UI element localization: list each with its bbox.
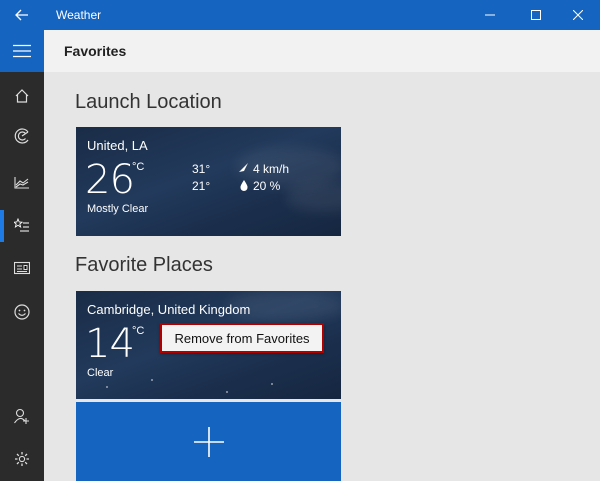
hamburger-icon: [13, 44, 31, 58]
window-title: Weather: [56, 8, 102, 22]
page-header: Favorites: [44, 30, 600, 72]
sidebar-item-feedback[interactable]: [0, 290, 44, 334]
close-button[interactable]: [556, 0, 600, 30]
remove-from-favorites-menu-item[interactable]: Remove from Favorites: [160, 323, 324, 353]
sidebar-item-forecast[interactable]: [0, 74, 44, 118]
plus-icon: [193, 426, 224, 457]
star-decoration: [271, 383, 273, 385]
back-button[interactable]: [0, 0, 44, 30]
add-favorite-button[interactable]: [76, 402, 341, 481]
wind-icon: [239, 163, 248, 172]
main-content: Launch Location United, LA 26 °C Mostly …: [44, 72, 600, 481]
back-arrow-icon: [15, 9, 28, 21]
close-icon: [573, 10, 583, 20]
temperature: 14: [85, 321, 135, 367]
star-decoration: [226, 391, 228, 393]
maximize-icon: [531, 10, 541, 20]
news-icon: [14, 261, 30, 275]
launch-location-heading: Launch Location: [75, 91, 222, 113]
low-temperature: 21°: [192, 179, 211, 193]
minimize-icon: [485, 14, 495, 16]
high-temperature: 31°: [192, 162, 211, 176]
temperature-unit: °C: [132, 325, 145, 337]
sidebar-item-maps[interactable]: [0, 114, 44, 158]
temperature: 26: [85, 157, 135, 203]
launch-location-card[interactable]: United, LA 26 °C Mostly Clear 31° 21° 4 …: [76, 127, 341, 236]
humidity: 20 %: [253, 179, 281, 193]
gear-icon: [15, 452, 29, 466]
wind-speed: 4 km/h: [253, 162, 290, 176]
home-icon: [15, 89, 29, 103]
add-user-icon: [14, 408, 29, 424]
star-list-icon: [14, 218, 29, 232]
sidebar-item-historical-weather[interactable]: [0, 160, 44, 204]
star-decoration: [151, 379, 153, 381]
condition: Mostly Clear: [87, 203, 149, 215]
chart-icon: [14, 177, 29, 189]
hamburger-menu-button[interactable]: [0, 30, 44, 72]
minimize-button[interactable]: [468, 0, 512, 30]
smiley-icon: [14, 304, 30, 320]
location-name: United, LA: [87, 138, 148, 153]
title-bar: Weather: [0, 0, 600, 30]
sidebar-item-account[interactable]: [0, 394, 44, 438]
location-name: Cambridge, United Kingdom: [87, 302, 251, 317]
sidebar-item-settings[interactable]: [0, 437, 44, 481]
page-title: Favorites: [64, 43, 127, 59]
sidebar-item-favorites[interactable]: [0, 204, 44, 248]
sidebar: [0, 30, 44, 481]
star-decoration: [106, 386, 108, 388]
humidity-icon: [240, 180, 248, 191]
temperature-unit: °C: [132, 161, 145, 173]
sidebar-item-news[interactable]: [0, 246, 44, 290]
context-menu-label: Remove from Favorites: [174, 330, 310, 346]
cloud-decoration: [286, 182, 341, 212]
maximize-button[interactable]: [514, 0, 558, 30]
radar-icon: [14, 128, 29, 144]
favorite-places-heading: Favorite Places: [75, 254, 213, 276]
condition: Clear: [87, 367, 114, 379]
